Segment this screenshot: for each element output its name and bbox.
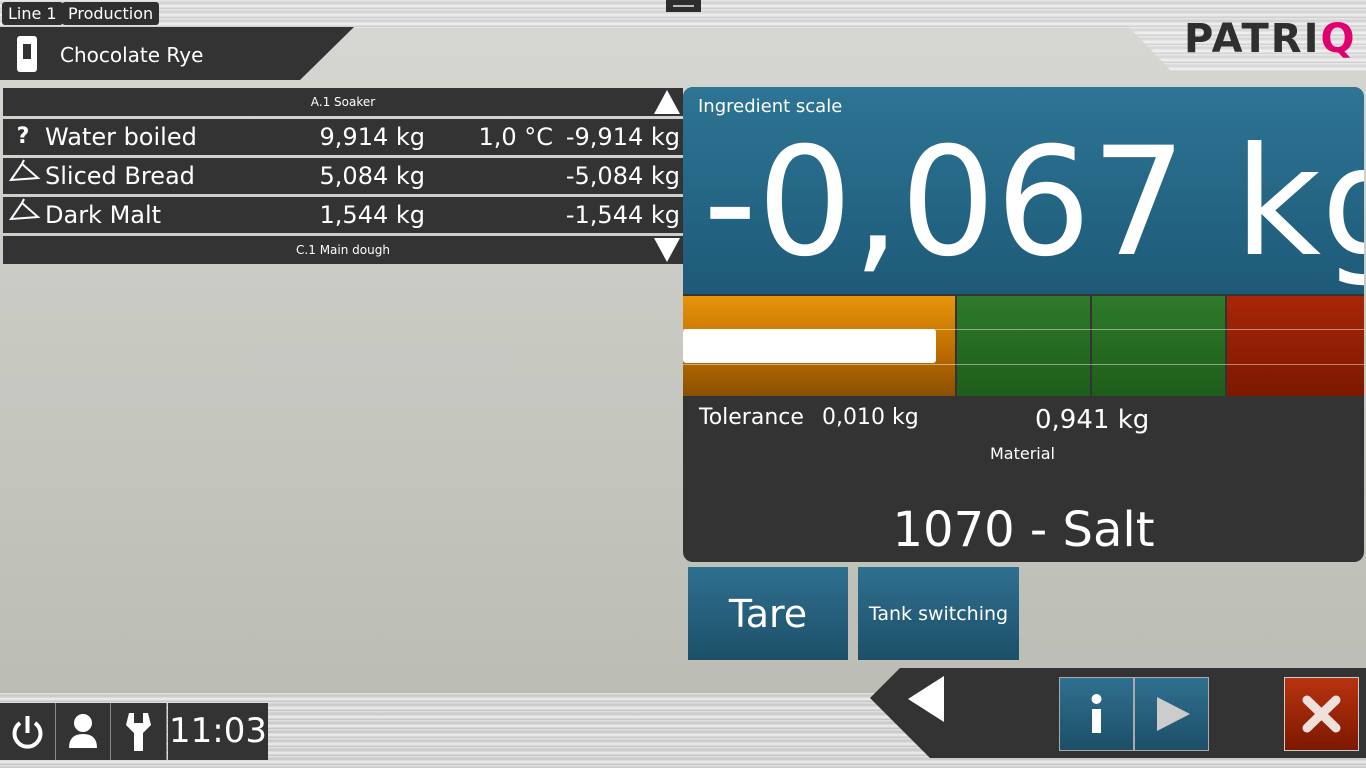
mode-tag: Production: [62, 2, 160, 25]
item-weight: 9,914 kg: [319, 123, 425, 151]
item-weight: 1,544 kg: [319, 201, 425, 229]
back-arrow-icon[interactable]: [908, 676, 944, 722]
item-name: Dark Malt: [45, 201, 162, 229]
clock: 11:03: [168, 703, 268, 760]
tare-button[interactable]: Tare: [688, 567, 848, 660]
item-weight: 5,084 kg: [319, 162, 425, 190]
list-item[interactable]: Dark Malt 1,544 kg -1,544 kg: [3, 197, 683, 233]
scroll-down-icon[interactable]: [654, 238, 680, 262]
recipe-document-icon: [17, 36, 37, 72]
material-label: Material: [990, 444, 1055, 463]
info-icon: [1091, 694, 1102, 733]
wrench-icon: [126, 713, 151, 751]
scroll-up-icon[interactable]: [654, 90, 680, 114]
material-name: 1070 - Salt: [892, 502, 1155, 558]
service-button[interactable]: [111, 703, 167, 760]
item-remaining: -5,084 kg: [565, 162, 680, 190]
cancel-button[interactable]: [1284, 677, 1359, 751]
item-remaining: -9,914 kg: [565, 123, 680, 151]
section-header-bottom[interactable]: C.1 Main dough: [3, 236, 683, 264]
power-icon: [12, 716, 43, 749]
target-weight: 0,941 kg: [1035, 405, 1150, 435]
play-icon: [1157, 697, 1190, 731]
item-temperature: 1,0 °C: [478, 123, 553, 151]
list-item[interactable]: ? Water boiled 9,914 kg 1,0 °C -9,914 kg: [3, 119, 683, 155]
patriq-logo: PATRIQ: [1184, 16, 1357, 62]
section-label: C.1 Main dough: [296, 243, 390, 257]
item-name: Water boiled: [45, 123, 197, 151]
scoop-icon: [8, 158, 41, 198]
user-icon: [69, 714, 97, 748]
ingredient-list: A.1 Soaker ? Water boiled 9,914 kg 1,0 °…: [3, 88, 683, 264]
user-button[interactable]: [56, 703, 111, 760]
power-button[interactable]: [0, 703, 56, 760]
close-icon: [1302, 695, 1341, 733]
list-item[interactable]: Sliced Bread 5,084 kg -5,084 kg: [3, 158, 683, 194]
item-name: Sliced Bread: [45, 162, 195, 190]
tolerance-bar: [683, 296, 1364, 396]
tolerance-value: 0,010 kg: [822, 405, 919, 430]
scoop-icon: [8, 197, 41, 237]
tolerance-label: Tolerance: [699, 405, 804, 430]
progress-fill: [683, 329, 936, 363]
scale-readout: Ingredient scale -0,067 kg: [683, 87, 1364, 294]
unknown-icon: ?: [16, 124, 30, 149]
info-button[interactable]: [1059, 677, 1134, 751]
tank-switching-button[interactable]: Tank switching: [858, 567, 1019, 660]
section-header-top[interactable]: A.1 Soaker: [3, 88, 683, 116]
next-button[interactable]: [1134, 677, 1209, 751]
scale-weight-value: -0,067 kg: [703, 116, 1364, 290]
line-tag: Line 1: [2, 2, 63, 25]
ingredient-scale-panel: Ingredient scale -0,067 kg Tolerance 0,0…: [683, 87, 1364, 562]
section-label: A.1 Soaker: [310, 95, 376, 109]
pull-down-handle[interactable]: [666, 0, 701, 12]
item-remaining: -1,544 kg: [565, 201, 680, 229]
recipe-name: Chocolate Rye: [60, 43, 204, 67]
